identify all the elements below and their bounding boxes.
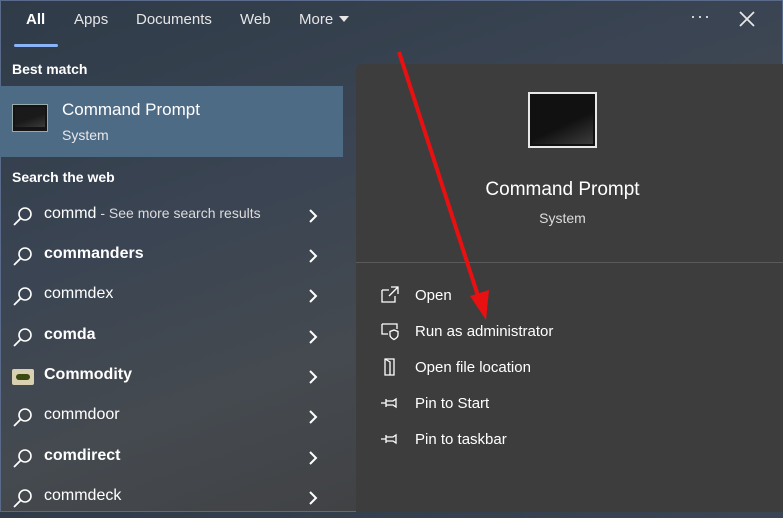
open-external-icon: [381, 286, 399, 303]
web-result-item[interactable]: comda: [0, 317, 343, 357]
chevron-right-icon: [309, 410, 318, 424]
search-icon: [13, 207, 32, 226]
details-panel: Command Prompt System Open Run as admini…: [356, 64, 783, 512]
best-match-title: Command Prompt: [62, 100, 200, 119]
chevron-right-icon: [309, 209, 318, 223]
web-result-item[interactable]: commd - See more search results: [0, 196, 343, 236]
search-icon: [13, 489, 32, 508]
web-result-item[interactable]: commanders: [0, 236, 343, 276]
web-result-item[interactable]: Commodity: [0, 357, 343, 397]
command-prompt-icon: [12, 104, 48, 132]
chevron-right-icon: [309, 370, 318, 384]
action-pin-to-taskbar[interactable]: Pin to taskbar: [380, 425, 640, 455]
action-pin-to-taskbar-label: Pin to taskbar: [415, 431, 507, 448]
commodity-thumbnail-icon: [12, 369, 34, 385]
web-result-item[interactable]: comdirect: [0, 438, 343, 478]
more-options-icon[interactable]: ···: [690, 6, 711, 27]
web-result-label: commanders: [44, 245, 144, 262]
tab-all[interactable]: All: [26, 11, 45, 28]
web-result-label: commd - See more search results: [44, 205, 261, 222]
shield-admin-icon: [381, 323, 399, 341]
action-run-as-administrator[interactable]: Run as administrator: [380, 317, 640, 347]
panel-title: Command Prompt: [485, 179, 640, 200]
search-web-heading: Search the web: [12, 169, 115, 185]
web-result-label: comdirect: [44, 447, 121, 464]
web-result-item[interactable]: commdoor: [0, 397, 343, 437]
web-result-item[interactable]: commdeck: [0, 478, 343, 518]
chevron-right-icon: [309, 249, 318, 263]
pin-icon: [381, 397, 397, 409]
web-result-item[interactable]: commdex: [0, 276, 343, 316]
command-prompt-large-icon: [528, 92, 597, 148]
web-result-label: commdex: [44, 285, 114, 302]
best-match-subtitle: System: [62, 127, 109, 143]
pin-icon: [381, 433, 397, 445]
tab-more-label: More: [299, 11, 334, 28]
web-result-label: comda: [44, 326, 96, 343]
active-tab-indicator: [14, 44, 58, 47]
panel-subtitle: System: [539, 210, 586, 226]
search-icon: [13, 287, 32, 306]
panel-divider: [356, 262, 783, 263]
search-tabs: All Apps Documents Web More ···: [0, 0, 783, 48]
action-open-file-location-label: Open file location: [415, 359, 531, 376]
search-icon: [13, 449, 32, 468]
search-icon: [13, 408, 32, 427]
chevron-right-icon: [309, 330, 318, 344]
best-match-heading: Best match: [12, 61, 88, 77]
search-icon: [13, 328, 32, 347]
web-result-label: commdeck: [44, 487, 122, 504]
action-pin-to-start[interactable]: Pin to Start: [380, 389, 640, 419]
action-open-file-location[interactable]: Open file location: [380, 353, 640, 383]
tab-web[interactable]: Web: [240, 11, 271, 28]
best-match-result[interactable]: Command Prompt System: [0, 86, 343, 157]
file-location-icon: [384, 358, 395, 376]
chevron-right-icon: [309, 491, 318, 505]
action-open-label: Open: [415, 287, 452, 304]
tab-documents[interactable]: Documents: [136, 11, 212, 28]
caret-down-icon: [339, 16, 350, 23]
close-icon[interactable]: [737, 9, 757, 29]
action-run-as-administrator-label: Run as administrator: [415, 323, 554, 340]
web-result-label: commdoor: [44, 406, 120, 423]
chevron-right-icon: [309, 451, 318, 465]
web-result-label: Commodity: [44, 366, 132, 383]
chevron-right-icon: [309, 289, 318, 303]
tab-more[interactable]: More: [299, 11, 350, 28]
search-icon: [13, 247, 32, 266]
action-open[interactable]: Open: [380, 281, 640, 311]
tab-apps[interactable]: Apps: [74, 11, 108, 28]
action-pin-to-start-label: Pin to Start: [415, 395, 490, 412]
